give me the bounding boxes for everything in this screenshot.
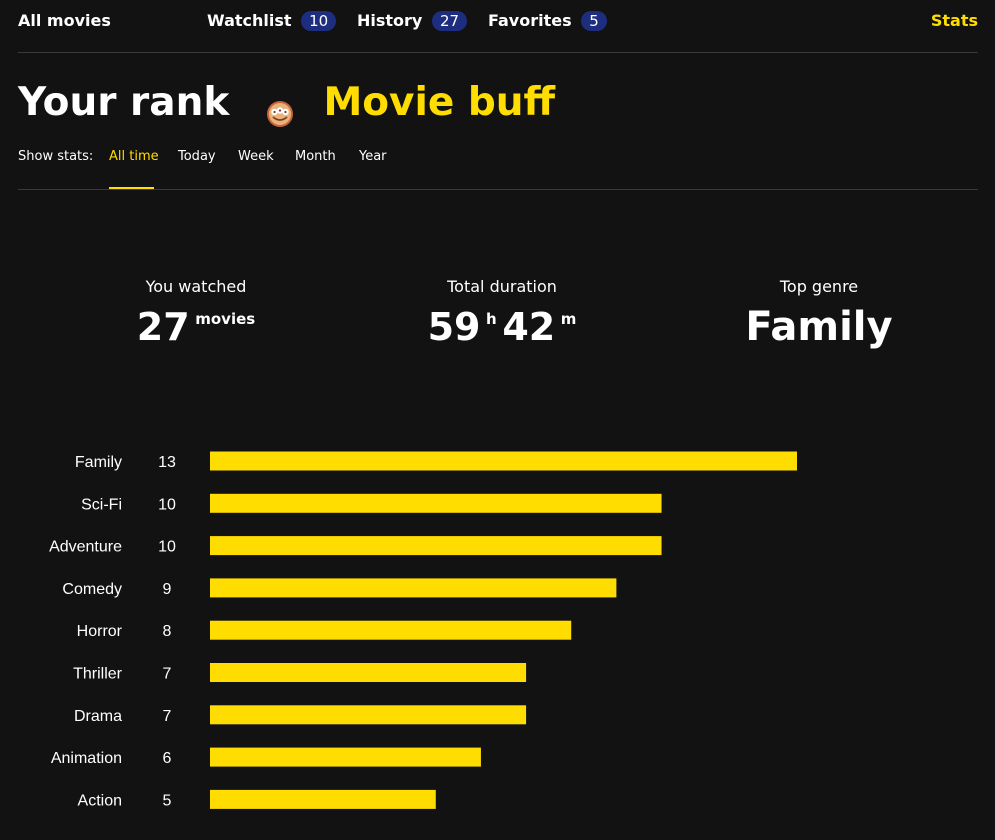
- stats-page: All movies Watchlist 10 History 27 Favor…: [0, 0, 995, 840]
- show-stats-label: Show stats:: [18, 149, 94, 164]
- top-genre-value: Family: [745, 304, 893, 350]
- total-duration-value-row: 59 h 42 m: [352, 306, 652, 348]
- nav-history-label: History: [357, 10, 423, 30]
- bar-horror: [210, 620, 572, 640]
- category-label-horror: Horror: [77, 623, 123, 640]
- nav-all-movies[interactable]: All movies: [18, 10, 111, 31]
- category-label-thriller: Thriller: [73, 666, 123, 683]
- bar-drama: [210, 705, 527, 725]
- movies-watched-value: 27: [136, 305, 190, 349]
- stat-top-genre: Top genre Family: [669, 276, 969, 348]
- category-label-comedy: Comedy: [62, 581, 122, 598]
- top-genre-value-row: Family: [669, 306, 969, 348]
- bar-thriller: [210, 663, 527, 682]
- category-label-family: Family: [75, 454, 122, 471]
- movies-watched-value-row: 27 movies: [46, 306, 346, 348]
- genre-bar-chart: Family 13 Sci-Fi 10 Adventure 10 Comedy 9 Horror…: [49, 451, 797, 809]
- value-label-adventure: 10: [158, 539, 176, 556]
- value-label-animation: 6: [163, 750, 172, 767]
- bar-family: [210, 451, 797, 471]
- nav-all-movies-label: All movies: [18, 10, 111, 30]
- rank-heading: Your rank Movie buff: [18, 76, 556, 127]
- duration-hours-unit: h: [486, 310, 497, 328]
- stat-movies-watched: You watched 27 movies: [46, 276, 346, 348]
- value-label-horror: 8: [163, 623, 172, 640]
- duration-minutes-value: 42: [502, 305, 556, 349]
- active-tab-indicator: [109, 187, 154, 189]
- tab-year[interactable]: Year: [359, 149, 387, 164]
- category-label-animation: Animation: [51, 750, 122, 767]
- tab-today[interactable]: Today: [178, 149, 216, 164]
- tab-all-time[interactable]: All time: [109, 149, 159, 164]
- rank-title: Your rank: [18, 79, 230, 125]
- category-label-adventure: Adventure: [49, 539, 122, 556]
- value-label-drama: 7: [163, 708, 172, 725]
- duration-minutes-unit: m: [560, 310, 577, 328]
- value-label-thriller: 7: [163, 666, 172, 683]
- duration-hours-value: 59: [427, 305, 481, 349]
- nav-watchlist[interactable]: Watchlist 10: [207, 10, 337, 31]
- value-label-action: 5: [163, 792, 172, 809]
- tab-month[interactable]: Month: [295, 149, 336, 164]
- tab-week[interactable]: Week: [238, 149, 274, 164]
- bar-animation: [210, 747, 481, 767]
- rank-name: Movie buff: [323, 79, 556, 125]
- nav-stats-label: Stats: [930, 10, 978, 30]
- bar-sci-fi: [210, 493, 662, 513]
- category-label-sci-fi: Sci-Fi: [81, 496, 122, 513]
- bar-adventure: [210, 536, 662, 556]
- category-label-action: Action: [78, 792, 122, 809]
- nav-favorites-label: Favorites: [488, 10, 572, 30]
- rank-badge-icon: [266, 90, 293, 127]
- nav-watchlist-label: Watchlist: [207, 10, 292, 30]
- stat-total-duration: Total duration 59 h 42 m: [352, 276, 652, 348]
- movies-watched-unit: movies: [195, 310, 256, 328]
- nav-stats[interactable]: Stats: [931, 10, 978, 31]
- top-genre-label: Top genre: [779, 277, 859, 296]
- period-tabs: Show stats: All time Today Week Month Ye…: [18, 140, 978, 190]
- bar-comedy: [210, 578, 617, 598]
- total-duration-label: Total duration: [447, 277, 557, 296]
- value-label-family: 13: [158, 454, 176, 471]
- movies-watched-label: You watched: [145, 277, 247, 296]
- bar-action: [210, 789, 436, 809]
- top-navigation: All movies Watchlist 10 History 27 Favor…: [18, 0, 978, 53]
- watchlist-count-badge: 10: [301, 10, 337, 31]
- value-label-sci-fi: 10: [158, 496, 176, 513]
- history-count-badge: 27: [431, 10, 468, 31]
- favorites-count-badge: 5: [581, 10, 607, 31]
- nav-favorites[interactable]: Favorites 5: [488, 10, 607, 31]
- value-label-comedy: 9: [163, 581, 172, 598]
- nav-history[interactable]: History 27: [357, 10, 468, 31]
- category-label-drama: Drama: [74, 708, 122, 725]
